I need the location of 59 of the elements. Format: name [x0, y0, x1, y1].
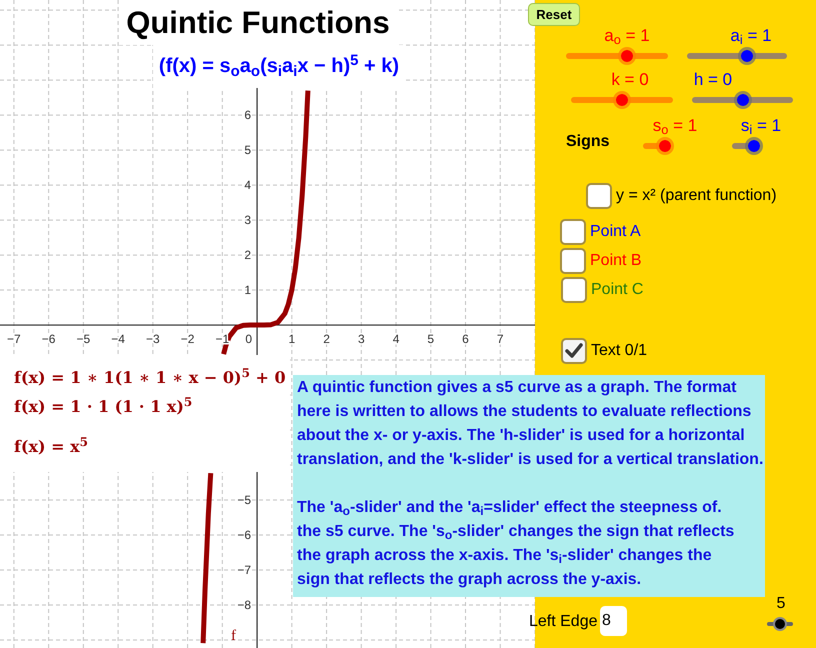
checkbox-label[interactable]: Point A — [590, 222, 641, 242]
tick-label: −7 — [237, 562, 252, 577]
checkbox-label[interactable]: Text 0/1 — [591, 341, 648, 361]
slider-label: s$_{i}$ = 1 — [740, 115, 782, 137]
info-paragraph: A quintic function gives a s5 curve as a graph. The format here is written to allows the students to evaluate reflections about the x- or y-axis. The 'h-slider' is used for a horizontal translation, and the 'k-slider' is used for a vertical translation. — [297, 378, 764, 470]
formula-line: f(x) = x$^{5}$ — [14, 434, 90, 458]
slider-label: s$_{o}$ = 1 — [652, 115, 698, 137]
page-title: Quintic Functions — [119, 0, 397, 45]
tick-label: −6 — [42, 332, 56, 346]
slider-thumb[interactable] — [738, 47, 756, 65]
tick-label: 4 — [244, 178, 252, 192]
reset-button[interactable]: Reset — [528, 3, 580, 26]
tick-label: −5 — [237, 493, 252, 507]
tick-label: 1 — [244, 283, 252, 298]
check-icon — [565, 343, 583, 359]
slider-thumb[interactable] — [745, 137, 763, 155]
origin-label: 0 — [245, 332, 252, 346]
tick-label: 3 — [244, 213, 252, 228]
slider-thumb[interactable] — [618, 47, 636, 65]
checkbox-label[interactable]: Point C — [591, 280, 644, 300]
info-paragraph: The 'a$_{o}$-slider' and the 'a$_{i}$=slider' effect the steepness of. the s5 curve. The 's$_{o}$-slider' changes the sign that reflects the graph across the x-axis. The 's$_{i}$-slider' changes the sign that reflects the graph across the y-axis. — [297, 498, 736, 590]
tick-label: 6 — [244, 108, 252, 122]
tick-label: 6 — [462, 332, 469, 346]
tick-label: −7 — [7, 332, 21, 346]
input-field[interactable]: 8 — [600, 606, 627, 636]
checkbox[interactable] — [561, 338, 587, 364]
tick-label: 7 — [496, 332, 504, 346]
tick-label: 5 — [427, 332, 434, 346]
slider-thumb[interactable] — [613, 91, 631, 109]
checkbox[interactable] — [586, 183, 612, 209]
slider-thumb[interactable] — [773, 617, 787, 631]
tick-label: 4 — [392, 332, 400, 346]
slider-label: a$_{o}$ = 1 — [604, 25, 650, 47]
formula-line: f(x) = 1 ∗ 1(1 ∗ 1 ∗ x − 0)$^{5}$ + 0 — [14, 365, 287, 389]
tick-label: −4 — [111, 332, 125, 346]
tick-label: −5 — [76, 332, 90, 346]
tick-label: 1 — [288, 332, 296, 346]
tick-label: 2 — [323, 332, 330, 346]
tick-label: 2 — [244, 248, 252, 262]
slider-thumb[interactable] — [656, 137, 674, 155]
checkbox[interactable] — [560, 248, 586, 274]
slider-label: h = 0 — [694, 69, 732, 91]
checkbox[interactable] — [560, 219, 586, 245]
slider-label: a$_{i}$ = 1 — [730, 25, 772, 47]
tick-label: −3 — [146, 332, 160, 346]
tick-label: −8 — [237, 598, 252, 612]
section-label: Signs — [566, 132, 610, 152]
tick-label: 3 — [358, 332, 365, 346]
slider-thumb[interactable] — [734, 91, 752, 109]
curve-label: f — [231, 628, 236, 644]
checkbox[interactable] — [561, 277, 587, 303]
formula-line: f(x) = 1 · 1 (1 · 1 x)$^{5}$ — [14, 394, 194, 418]
tick-label: −2 — [180, 332, 194, 346]
slider-label: 5 — [776, 594, 786, 614]
checkbox-label[interactable]: y = x² (parent function) — [616, 186, 777, 206]
slider-label: k = 0 — [611, 69, 649, 91]
tick-label: −6 — [237, 528, 252, 542]
tick-label: 5 — [244, 143, 252, 158]
formula-text: (f(x) = s$_{o}$a$_{o}$(s$_{i}$a$_{i}$x − h)$^{5}$ + k) — [153, 45, 405, 88]
